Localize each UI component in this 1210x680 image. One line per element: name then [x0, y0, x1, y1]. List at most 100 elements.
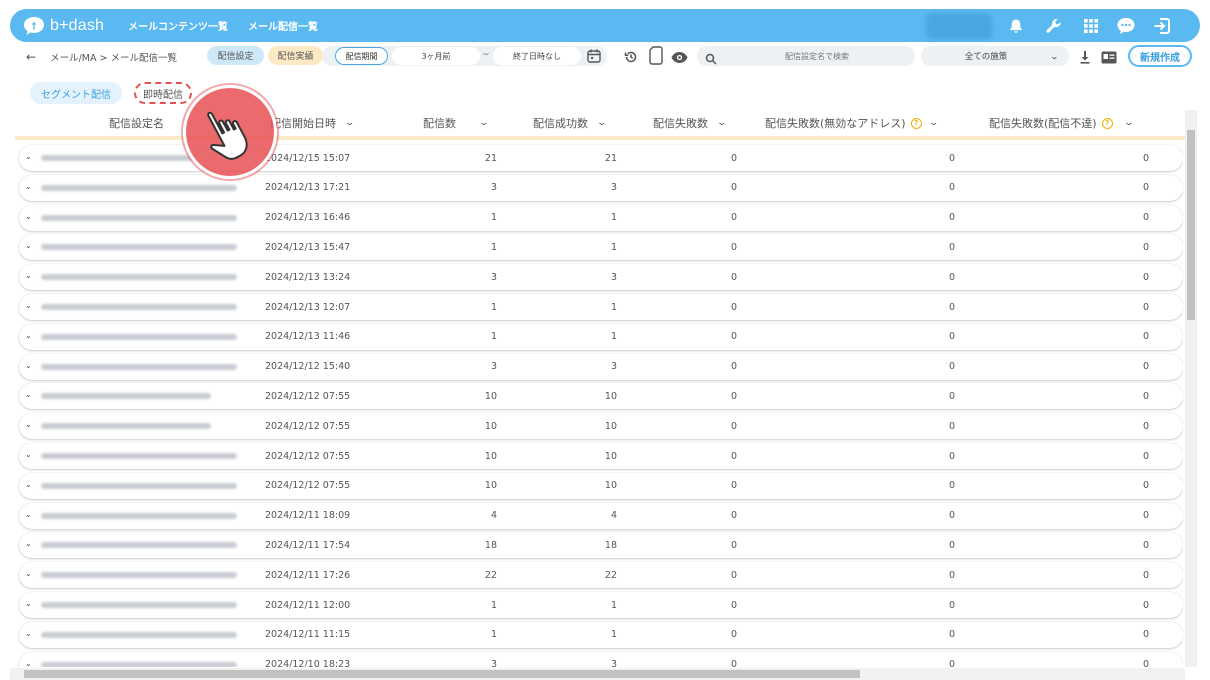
calendar-icon[interactable] — [586, 48, 602, 68]
delivery-name-redacted[interactable] — [41, 244, 237, 251]
table-row[interactable]: ⌄ 2024/12/13 15:47 1 1 0 0 0 — [19, 234, 1183, 261]
expand-chevron-icon[interactable]: ⌄ — [25, 450, 32, 459]
table-row[interactable]: ⌄ 2024/12/12 07:55 10 10 0 0 0 — [19, 383, 1183, 410]
table-row[interactable]: ⌄ 2024/12/12 07:55 10 10 0 0 0 — [19, 443, 1183, 469]
col-fail[interactable]: 配信失敗数 ⌄ — [653, 110, 727, 136]
delivery-name-redacted[interactable] — [41, 423, 211, 430]
date-from-input[interactable]: 3ヶ月前 — [392, 47, 480, 65]
tab-instant-delivery[interactable]: 即時配信 — [134, 82, 192, 104]
card-icon[interactable] — [1101, 49, 1117, 68]
expand-chevron-icon[interactable]: ⌄ — [25, 420, 32, 429]
table-row[interactable]: ⌄ 2024/12/11 18:09 4 4 0 0 0 — [19, 502, 1183, 529]
row-sent: 1 — [490, 599, 497, 611]
search-input[interactable] — [727, 48, 907, 64]
delivery-name-redacted[interactable] — [41, 214, 237, 221]
delivery-name-redacted[interactable] — [41, 453, 237, 459]
wrench-icon[interactable] — [1043, 16, 1063, 36]
expand-chevron-icon[interactable]: ⌄ — [25, 152, 32, 161]
delivery-name-redacted[interactable] — [41, 542, 237, 549]
horizontal-scrollbar[interactable] — [10, 668, 1185, 680]
download-icon[interactable] — [1079, 49, 1091, 68]
table-row[interactable]: ⌄ 2024/12/13 11:46 1 1 0 0 0 — [19, 323, 1183, 350]
horizontal-scroll-thumb[interactable] — [24, 670, 860, 678]
table-row[interactable]: ⌄ 2024/12/12 07:55 10 10 0 0 0 — [19, 472, 1183, 499]
expand-chevron-icon[interactable]: ⌄ — [25, 480, 32, 489]
device-icon[interactable] — [649, 46, 663, 69]
delivery-name-redacted[interactable] — [41, 274, 237, 281]
delivery-name-redacted[interactable] — [41, 661, 237, 667]
user-account[interactable] — [926, 13, 992, 39]
eye-icon[interactable] — [671, 49, 688, 68]
nav-mail-contents[interactable]: メールコンテンツ一覧 — [128, 18, 228, 33]
date-to-input[interactable]: 終了日時なし — [493, 47, 581, 65]
col-fail-invalid[interactable]: 配信失敗数(無効なアドレス)? ⌄ — [765, 110, 939, 136]
nav-mail-delivery[interactable]: メール配信一覧 — [248, 18, 318, 33]
delivery-name-redacted[interactable] — [41, 512, 237, 519]
col-start-date[interactable]: 配信開始日時 ⌄ — [270, 110, 356, 136]
logo[interactable]: b+dash — [22, 16, 104, 36]
expand-chevron-icon[interactable]: ⌄ — [25, 599, 32, 608]
vertical-scrollbar[interactable] — [1185, 110, 1197, 667]
table-row[interactable]: ⌄ 2024/12/13 12:07 1 1 0 0 0 — [19, 294, 1183, 320]
delivery-name-redacted[interactable] — [41, 304, 237, 310]
tab-delivery-results[interactable]: 配信実績 — [268, 46, 323, 65]
col-success[interactable]: 配信成功数 ⌄ — [533, 110, 607, 136]
delivery-name-redacted[interactable] — [41, 572, 237, 579]
expand-chevron-icon[interactable]: ⌄ — [25, 331, 32, 340]
new-create-button[interactable]: 新規作成 — [1128, 45, 1192, 67]
date-separator: ~ — [482, 50, 490, 60]
expand-chevron-icon[interactable]: ⌄ — [25, 510, 32, 519]
table-row[interactable]: ⌄ 2024/12/10 18:23 3 3 0 0 0 — [19, 651, 1183, 667]
expand-chevron-icon[interactable]: ⌄ — [25, 390, 32, 399]
delivery-name-redacted[interactable] — [41, 155, 193, 161]
table-row[interactable]: ⌄ 2024/12/13 17:21 3 3 0 0 0 — [19, 174, 1183, 201]
expand-chevron-icon[interactable]: ⌄ — [25, 659, 32, 667]
table-row[interactable]: ⌄ 2024/12/11 17:54 18 18 0 0 0 — [19, 532, 1183, 559]
help-icon[interactable]: ? — [1101, 117, 1113, 129]
table-row[interactable]: ⌄ 2024/12/11 12:00 1 1 0 0 0 — [19, 592, 1183, 618]
table-row[interactable]: ⌄ 2024/12/11 11:15 1 1 0 0 0 — [19, 621, 1183, 648]
chevron-down-icon: ⌄ — [344, 118, 356, 128]
col-sent[interactable]: 配信数 ⌄ — [423, 110, 489, 136]
row-fail: 0 — [730, 390, 737, 402]
delivery-name-redacted[interactable] — [41, 393, 211, 400]
expand-chevron-icon[interactable]: ⌄ — [25, 301, 32, 310]
delivery-name-redacted[interactable] — [41, 602, 237, 608]
table-row[interactable]: ⌄ 2024/12/11 17:26 22 22 0 0 0 — [19, 562, 1183, 589]
expand-chevron-icon[interactable]: ⌄ — [25, 361, 32, 370]
tab-delivery-settings[interactable]: 配信設定 — [207, 46, 264, 65]
row-fail: 0 — [730, 271, 737, 283]
expand-chevron-icon[interactable]: ⌄ — [25, 212, 32, 221]
back-arrow-icon[interactable]: ← — [26, 50, 36, 64]
table-row[interactable]: ⌄ 2024/12/12 15:40 3 3 0 0 0 — [19, 353, 1183, 380]
tab-segment-delivery[interactable]: セグメント配信 — [30, 82, 122, 104]
expand-chevron-icon[interactable]: ⌄ — [25, 569, 32, 578]
campaign-select[interactable]: 全ての施策 ⌄ — [921, 46, 1069, 66]
table-row[interactable]: ⌄ 2024/12/13 16:46 1 1 0 0 0 — [19, 204, 1183, 231]
search-box[interactable] — [697, 46, 915, 66]
history-icon[interactable] — [624, 49, 638, 68]
vertical-scroll-thumb[interactable] — [1187, 130, 1195, 320]
table-row[interactable]: ⌄ 2024/12/13 13:24 3 3 0 0 0 — [19, 264, 1183, 291]
expand-chevron-icon[interactable]: ⌄ — [25, 241, 32, 250]
bell-icon[interactable] — [1006, 16, 1026, 36]
delivery-name-redacted[interactable] — [41, 333, 237, 340]
expand-chevron-icon[interactable]: ⌄ — [25, 182, 32, 191]
delivery-name-redacted[interactable] — [41, 184, 237, 191]
expand-chevron-icon[interactable]: ⌄ — [25, 271, 32, 280]
delivery-name-redacted[interactable] — [41, 631, 237, 638]
logout-icon[interactable] — [1152, 16, 1172, 36]
help-icon[interactable]: ? — [910, 117, 922, 129]
grid-icon[interactable] — [1081, 16, 1101, 36]
col-name[interactable]: 配信設定名 — [109, 110, 164, 136]
delivery-name-redacted[interactable] — [41, 482, 237, 489]
row-fail-invalid: 0 — [948, 510, 955, 522]
chat-icon[interactable] — [1116, 16, 1136, 36]
col-fail-undelivered[interactable]: 配信失敗数(配信不達)? ⌄ — [989, 110, 1134, 136]
row-success: 3 — [610, 271, 617, 283]
expand-chevron-icon[interactable]: ⌄ — [25, 629, 32, 638]
delivery-name-redacted[interactable] — [41, 363, 237, 370]
table-row[interactable]: ⌄ 2024/12/12 07:55 10 10 0 0 0 — [19, 413, 1183, 440]
logo-text: b+dash — [50, 16, 105, 34]
expand-chevron-icon[interactable]: ⌄ — [25, 539, 32, 548]
